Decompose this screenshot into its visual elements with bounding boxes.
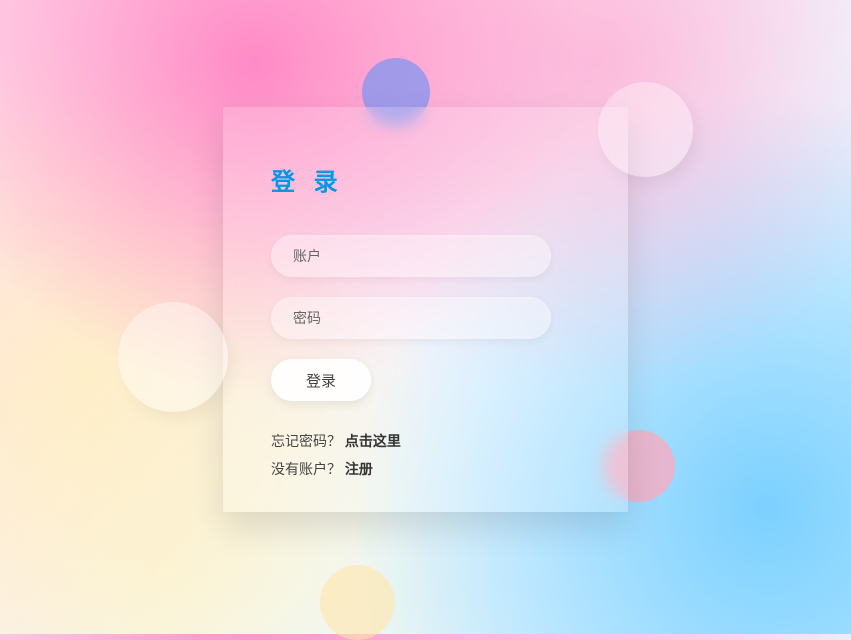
decorative-circle-yellow	[320, 565, 395, 640]
decorative-circle-white-left	[118, 302, 228, 412]
forgot-password-row: 忘记密码？ 点击这里	[271, 431, 580, 451]
no-account-text: 没有账户？	[271, 461, 341, 477]
login-button[interactable]: 登录	[271, 359, 371, 401]
password-input[interactable]	[271, 297, 551, 339]
login-title: 登 录	[271, 162, 580, 197]
register-link[interactable]: 注册	[345, 461, 373, 477]
login-card: 登 录 登录 忘记密码？ 点击这里 没有账户？ 注册	[223, 107, 628, 512]
account-input[interactable]	[271, 235, 551, 277]
forgot-password-text: 忘记密码？	[271, 433, 341, 449]
register-row: 没有账户？ 注册	[271, 459, 580, 479]
forgot-password-link[interactable]: 点击这里	[345, 433, 401, 449]
